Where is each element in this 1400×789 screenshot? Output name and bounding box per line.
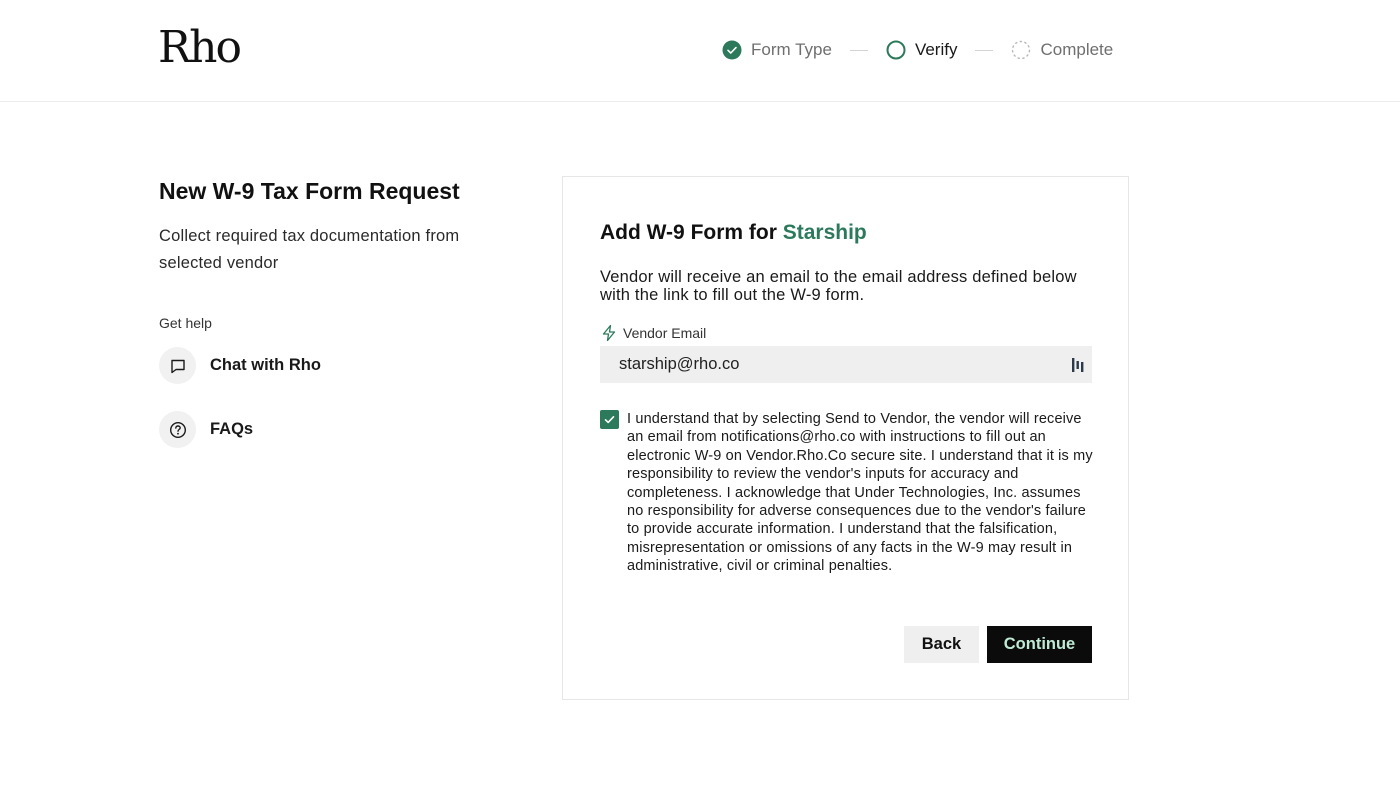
w9-form-card: Add W-9 Form for Starship Vendor will re… bbox=[562, 176, 1129, 700]
step-label: Form Type bbox=[751, 40, 832, 59]
page-title: New W-9 Tax Form Request bbox=[159, 178, 460, 204]
step-verify: Verify bbox=[886, 40, 958, 60]
checkmark-icon bbox=[604, 416, 615, 424]
get-help-heading: Get help bbox=[159, 315, 212, 331]
progress-stepper: Form Type Verify Complete bbox=[722, 40, 1113, 60]
chat-with-rho-link[interactable]: Chat with Rho bbox=[159, 347, 499, 384]
faqs-link[interactable]: FAQs bbox=[159, 411, 499, 448]
help-item-label: FAQs bbox=[210, 420, 254, 438]
lightning-bolt-icon bbox=[600, 324, 618, 342]
step-label: Complete bbox=[1040, 40, 1114, 59]
back-button[interactable]: Back bbox=[904, 626, 979, 663]
rho-logo[interactable]: Rho bbox=[158, 26, 242, 70]
chat-icon bbox=[159, 347, 196, 384]
vendor-email-input[interactable] bbox=[600, 346, 1092, 383]
step-divider bbox=[975, 49, 994, 51]
dashed-circle-icon bbox=[1011, 40, 1031, 60]
vendor-email-label: Vendor Email bbox=[600, 324, 706, 342]
card-description: Vendor will receive an email to the emai… bbox=[600, 268, 1077, 304]
step-form-type: Form Type bbox=[722, 40, 832, 60]
page-subtitle: Collect required tax documentation from … bbox=[159, 227, 460, 272]
help-item-label: Chat with Rho bbox=[210, 356, 321, 374]
consent-text: I understand that by selecting Send to V… bbox=[627, 411, 1093, 575]
step-complete: Complete bbox=[1011, 40, 1113, 60]
top-header: Rho Form Type Verify Complete bbox=[0, 0, 1400, 102]
step-label: Verify bbox=[914, 40, 958, 59]
vendor-name: Starship bbox=[782, 221, 867, 244]
question-circle-icon bbox=[159, 411, 196, 448]
field-label-text: Vendor Email bbox=[623, 325, 707, 341]
step-divider bbox=[849, 49, 868, 51]
continue-button[interactable]: Continue bbox=[987, 626, 1092, 663]
consent-checkbox[interactable] bbox=[600, 410, 619, 429]
check-circle-icon bbox=[722, 40, 742, 60]
card-title-prefix: Add W-9 Form for bbox=[600, 221, 783, 244]
circle-outline-icon bbox=[886, 40, 906, 60]
card-title: Add W-9 Form for Starship bbox=[600, 221, 867, 245]
intro-panel: New W-9 Tax Form Request Collect require… bbox=[159, 176, 499, 448]
autofill-key-icon[interactable] bbox=[1071, 357, 1085, 373]
